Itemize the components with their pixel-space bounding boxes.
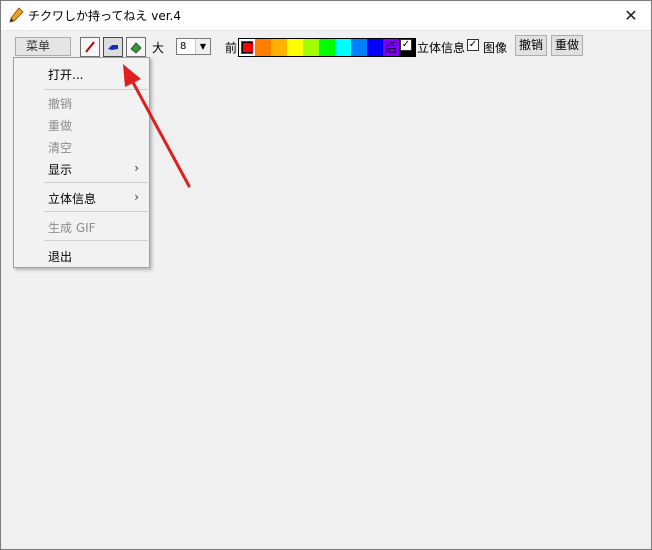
color-swatch[interactable] (351, 39, 367, 56)
menu-item-make-gif[interactable]: 生成 GIF (48, 219, 96, 236)
size-label: 大 (152, 41, 165, 55)
size-value: 8 (180, 41, 187, 52)
pencil-icon (85, 41, 95, 53)
menu-item-stereo-info[interactable]: 立体信息 (48, 190, 96, 207)
annotation-arrow-icon (123, 64, 191, 188)
back-color-label: 后 (385, 41, 398, 55)
color-swatch[interactable] (335, 39, 351, 56)
pencil-tool-button[interactable] (80, 37, 100, 57)
menu-button[interactable]: 菜单 (15, 37, 71, 56)
redo-button[interactable]: 重做 (551, 35, 584, 56)
eraser-tool-button[interactable] (126, 37, 146, 57)
hand-icon (108, 45, 118, 50)
menu-item-display[interactable]: 显示 (48, 161, 72, 178)
menu-item-open[interactable]: 打开... (48, 66, 83, 83)
color-swatch[interactable] (239, 39, 255, 56)
title-bar[interactable]: チクワしか持ってねえ ver.4 ✕ (1, 1, 651, 31)
menu-separator (44, 240, 148, 241)
image-label: 图像 (483, 41, 508, 55)
front-color-label: 前 (225, 41, 238, 55)
hand-tool-button[interactable] (103, 37, 123, 57)
chevron-right-icon: › (134, 190, 139, 204)
menu-item-clear[interactable]: 清空 (48, 139, 72, 156)
eraser-icon (130, 42, 142, 54)
color-swatch[interactable] (255, 39, 271, 56)
pencil-app-icon (9, 7, 24, 23)
close-icon: ✕ (624, 6, 638, 25)
app-window: チクワしか持ってねえ ver.4 ✕ 菜单 大 8 ▼ 前 后 ✓ 立体信息 ✓… (0, 0, 652, 550)
color-swatch[interactable] (287, 39, 303, 56)
close-button[interactable]: ✕ (611, 1, 651, 30)
back-checkbox[interactable]: ✓ (400, 39, 412, 51)
color-swatch[interactable] (303, 39, 319, 56)
color-swatch[interactable] (319, 39, 335, 56)
undo-button[interactable]: 撤销 (515, 35, 548, 56)
menu-separator (44, 211, 148, 212)
color-swatch[interactable] (271, 39, 287, 56)
chevron-down-icon: ▼ (195, 39, 210, 54)
menu-item-redo[interactable]: 重做 (48, 117, 72, 134)
stereo-info-label: 立体信息 (417, 41, 466, 55)
menu-item-exit[interactable]: 退出 (48, 248, 72, 265)
window-title: チクワしか持ってねえ ver.4 (28, 9, 181, 23)
size-select[interactable]: 8 ▼ (176, 38, 211, 55)
image-checkbox[interactable]: ✓ (467, 39, 479, 51)
color-swatch[interactable] (367, 39, 383, 56)
menu-item-undo[interactable]: 撤销 (48, 95, 72, 112)
